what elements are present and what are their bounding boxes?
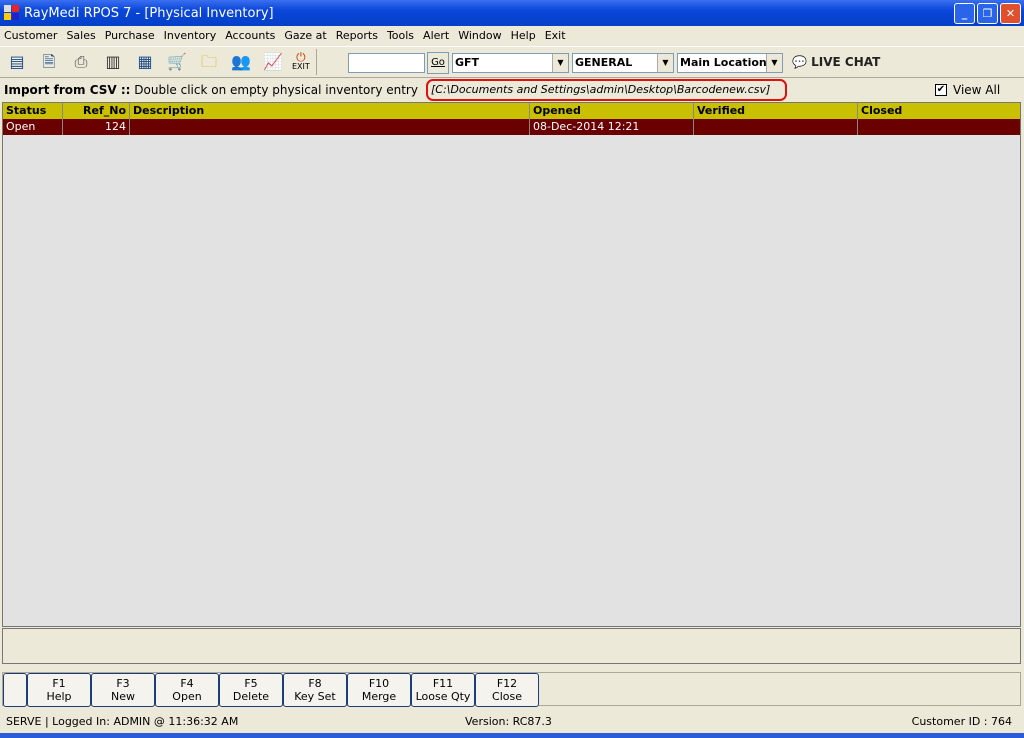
title-bar: RayMedi RPOS 7 - [Physical Inventory] _ … [0,0,1024,26]
close-button[interactable]: ✕ [1000,3,1021,24]
col-ref-no[interactable]: Ref_No [63,103,130,119]
menu-inventory[interactable]: Inventory [164,29,217,42]
detail-panel [2,628,1021,664]
cell-opened: 08-Dec-2014 12:21 [530,119,694,135]
purchase-cart-icon[interactable]: 🛒 [166,51,188,73]
app-icon [4,5,20,21]
status-bar: SERVE | Logged In: ADMIN @ 11:36:32 AM V… [0,712,1024,732]
f5-delete-button[interactable]: F5 Delete [219,673,283,707]
window-title: RayMedi RPOS 7 - [Physical Inventory] [24,5,274,21]
menu-customer[interactable]: Customer [4,29,57,42]
menu-purchase[interactable]: Purchase [105,29,155,42]
minimize-button[interactable]: _ [954,3,975,24]
view-all-checkbox[interactable]: ✔ View All [935,83,1000,97]
menu-accounts[interactable]: Accounts [225,29,275,42]
search-input[interactable] [348,53,425,73]
power-icon: ⏻ [296,50,306,64]
company-select[interactable]: GFT ▼ [452,53,569,73]
restore-button[interactable]: ❐ [977,3,998,24]
chat-bubble-icon: 💬 [792,55,807,69]
fkey-blank [3,673,27,707]
chevron-down-icon: ▼ [657,54,673,72]
customers-icon[interactable]: 👥 [230,51,252,73]
category-select[interactable]: GENERAL ▼ [572,53,674,73]
f11-loose-qty-button[interactable]: F11 Loose Qty [411,673,475,707]
document-list-icon[interactable]: ▦ [134,51,156,73]
window-border [0,733,1024,738]
f8-key-set-button[interactable]: F8 Key Set [283,673,347,707]
cell-status: Open [3,119,63,135]
col-opened[interactable]: Opened [530,103,694,119]
menu-reports[interactable]: Reports [336,29,378,42]
col-status[interactable]: Status [3,103,63,119]
table-header: Status Ref_No Description Opened Verifie… [3,103,1020,119]
csv-path[interactable]: [C:\Documents and Settings\admin\Desktop… [426,79,787,101]
exit-button[interactable]: ⏻ EXIT [292,50,310,71]
version-label: Version: RC87.3 [465,715,552,728]
customer-id: Customer ID : 764 [911,715,1012,728]
f12-close-button[interactable]: F12 Close [475,673,539,707]
toolbar-separator [315,49,317,75]
cell-description [130,119,530,135]
col-closed[interactable]: Closed [858,103,1020,119]
f4-open-button[interactable]: F4 Open [155,673,219,707]
f3-new-button[interactable]: F3 New [91,673,155,707]
menu-sales[interactable]: Sales [66,29,95,42]
menu-bar: Customer Sales Purchase Inventory Accoun… [0,26,1024,45]
menu-alert[interactable]: Alert [423,29,449,42]
checkbox-checked-icon: ✔ [935,84,947,96]
col-verified[interactable]: Verified [694,103,858,119]
menu-gaze-at[interactable]: Gaze at [284,29,326,42]
ledger-icon[interactable]: ▤ [6,51,28,73]
cell-verified [694,119,858,135]
barcode-icon[interactable]: ▥ [102,51,124,73]
table-row[interactable]: Open 124 08-Dec-2014 12:21 [3,119,1020,135]
chart-icon[interactable]: 📈 [262,51,284,73]
col-description[interactable]: Description [130,103,530,119]
chevron-down-icon: ▼ [766,54,782,72]
function-key-bar: F1 Help F3 New F4 Open F5 Delete F8 Key Set F… [2,672,1021,707]
import-label: Import from CSV :: [4,83,131,97]
f1-help-button[interactable]: F1 Help [27,673,91,707]
printer-icon[interactable]: ⎙ [70,51,92,73]
location-select[interactable]: Main Location ▼ [677,53,783,73]
f10-merge-button[interactable]: F10 Merge [347,673,411,707]
import-hint: Double click on empty physical inventory… [134,83,418,97]
login-status: SERVE | Logged In: ADMIN @ 11:36:32 AM [6,715,239,728]
menu-tools[interactable]: Tools [387,29,414,42]
sales-invoice-icon[interactable]: 🗎 [38,51,60,73]
inventory-table: Status Ref_No Description Opened Verifie… [2,102,1021,627]
go-button[interactable]: Go [427,52,449,74]
cell-closed [858,119,1020,135]
chevron-down-icon: ▼ [552,54,568,72]
menu-window[interactable]: Window [458,29,501,42]
cell-ref-no: 124 [63,119,130,135]
folder-icon[interactable]: 🗀 [198,51,220,73]
menu-exit[interactable]: Exit [545,29,566,42]
menu-help[interactable]: Help [511,29,536,42]
live-chat-button[interactable]: 💬 LIVE CHAT [792,55,880,69]
